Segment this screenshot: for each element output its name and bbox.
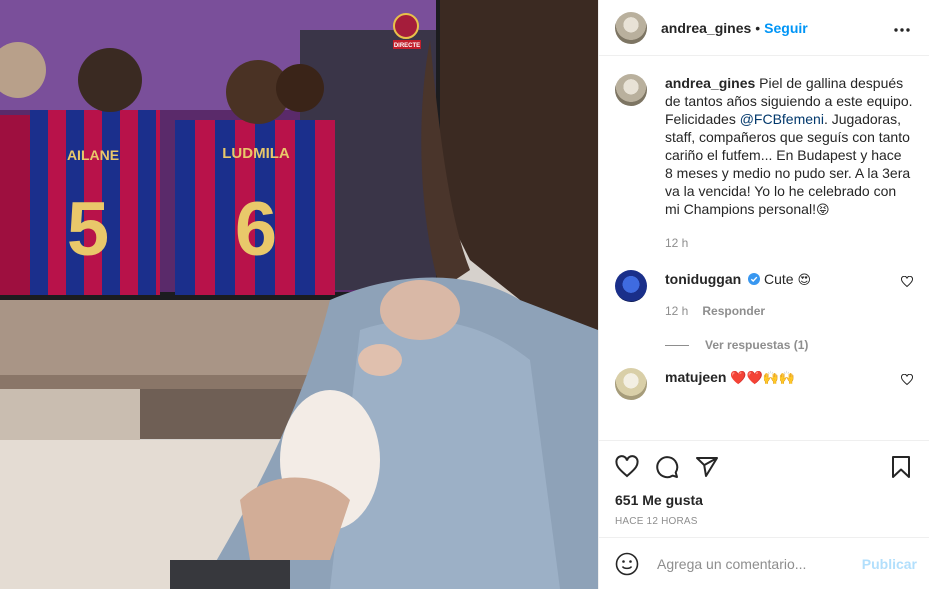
action-bar xyxy=(599,440,929,492)
comment-body: matujeen ❤️❤️🙌🙌 xyxy=(665,368,893,388)
verified-icon xyxy=(748,273,761,285)
avatar[interactable] xyxy=(615,11,647,44)
comment-icon[interactable] xyxy=(655,455,679,479)
add-comment-bar: Publicar xyxy=(599,537,929,589)
comment-emoji: ❤️❤️🙌🙌 xyxy=(730,371,796,386)
post-photo[interactable]: DIRECTE AILANE 5 LUDMILA 6 xyxy=(0,0,598,589)
post-timestamp[interactable]: HACE 12 HORAS xyxy=(599,508,929,537)
comment-emoji: 😍 xyxy=(797,273,812,288)
share-icon[interactable] xyxy=(695,455,719,479)
view-replies-button[interactable]: Ver respuestas (1) xyxy=(665,338,913,352)
heart-icon[interactable] xyxy=(615,454,639,479)
replies-divider xyxy=(665,344,689,346)
caption-username[interactable]: andrea_gines xyxy=(665,75,755,91)
view-replies-label[interactable]: Ver respuestas (1) xyxy=(705,338,808,352)
instagram-post: DIRECTE AILANE 5 LUDMILA 6 andrea_gines xyxy=(0,0,929,589)
caption-time[interactable]: 12 h xyxy=(665,234,688,252)
comment-body: toniduggan Cute 😍 12 h Responder xyxy=(665,270,893,320)
caption: andrea_gines Piel de gallina después de … xyxy=(615,74,913,252)
author-username[interactable]: andrea_gines xyxy=(661,20,751,36)
jersey-left-name: AILANE xyxy=(67,147,119,163)
tv-channel-badge: DIRECTE xyxy=(394,43,420,49)
publish-button[interactable]: Publicar xyxy=(862,556,917,572)
heart-icon[interactable] xyxy=(901,276,913,288)
caption-body: andrea_gines Piel de gallina después de … xyxy=(665,74,913,252)
jersey-right-name: LUDMILA xyxy=(222,145,290,162)
jersey-right-number: 6 xyxy=(235,187,277,272)
reply-button[interactable]: Responder xyxy=(702,302,765,320)
comment-text: Cute xyxy=(763,271,794,287)
avatar[interactable] xyxy=(615,74,647,106)
comment-username[interactable]: matujeen xyxy=(665,369,726,385)
follow-button[interactable]: Seguir xyxy=(764,20,808,36)
avatar[interactable] xyxy=(615,368,647,400)
caption-mention[interactable]: @FCBfemeni xyxy=(740,111,824,127)
comment-item: matujeen ❤️❤️🙌🙌 xyxy=(615,368,913,400)
post-side-panel: andrea_gines • Seguir andrea_gines Piel … xyxy=(598,0,929,589)
bookmark-icon[interactable] xyxy=(889,455,913,479)
post-header: andrea_gines • Seguir xyxy=(599,0,929,56)
caption-meta: 12 h xyxy=(665,234,913,252)
comment-input[interactable] xyxy=(655,554,862,573)
photo-illustration: DIRECTE AILANE 5 LUDMILA 6 xyxy=(0,0,598,589)
emoji-icon[interactable] xyxy=(615,552,639,576)
comments-list[interactable]: andrea_gines Piel de gallina después de … xyxy=(599,56,929,440)
comment-username[interactable]: toniduggan xyxy=(665,271,741,287)
jersey-left-number: 5 xyxy=(67,187,109,272)
comment-meta: 12 h Responder xyxy=(665,302,893,320)
separator-dot: • xyxy=(755,19,761,36)
heart-icon[interactable] xyxy=(901,374,913,386)
comment-item: toniduggan Cute 😍 12 h Responder xyxy=(615,270,913,320)
caption-emoji: 😝 xyxy=(815,203,830,218)
more-icon[interactable] xyxy=(889,13,915,42)
comment-time[interactable]: 12 h xyxy=(665,302,688,320)
likes-count[interactable]: 651 Me gusta xyxy=(599,492,929,508)
avatar[interactable] xyxy=(615,270,647,302)
